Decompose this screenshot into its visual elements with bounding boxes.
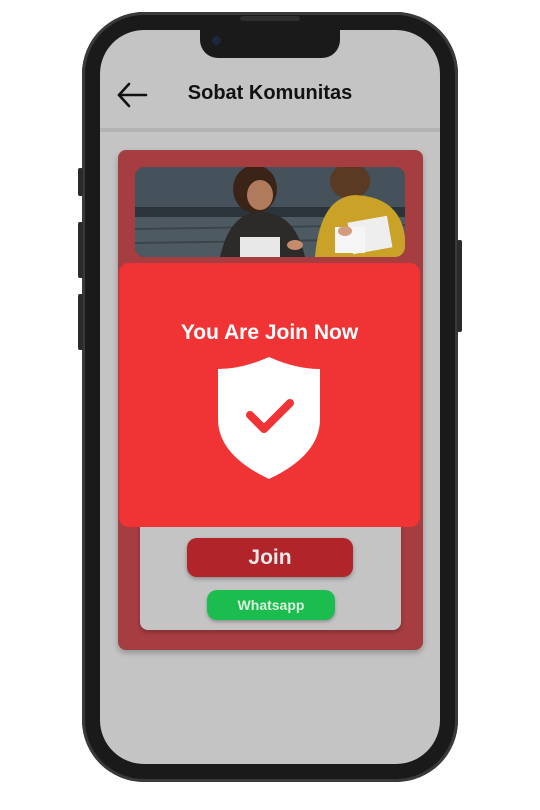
phone-volume-down-button bbox=[78, 294, 83, 350]
front-camera bbox=[212, 36, 221, 45]
popup-message: You Are Join Now bbox=[180, 321, 359, 344]
community-photo-illustration bbox=[135, 167, 405, 257]
page-title: Sobat Komunitas bbox=[187, 82, 353, 104]
back-button[interactable] bbox=[116, 80, 148, 110]
speaker-grille bbox=[240, 16, 300, 21]
phone-side-button bbox=[78, 168, 83, 196]
shield-check-icon bbox=[218, 357, 320, 479]
app-bar-divider bbox=[100, 128, 440, 132]
phone-notch bbox=[200, 30, 340, 58]
phone-power-button bbox=[457, 240, 462, 332]
arrow-left-icon bbox=[117, 82, 148, 108]
whatsapp-button[interactable]: Whatsapp bbox=[207, 590, 335, 620]
join-button[interactable]: Join bbox=[187, 538, 353, 577]
community-photo bbox=[135, 167, 405, 257]
phone-volume-up-button bbox=[78, 222, 83, 278]
